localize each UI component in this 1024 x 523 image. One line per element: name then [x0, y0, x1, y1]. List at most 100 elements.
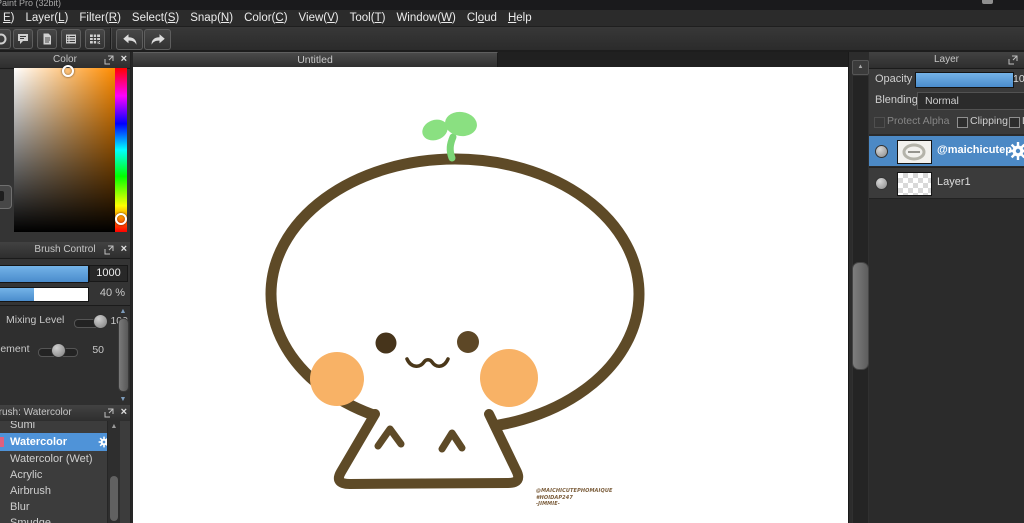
popout-icon[interactable]: [104, 55, 114, 65]
clipping-checkbox[interactable]: [957, 117, 968, 128]
brush-item-blur[interactable]: Blur: [0, 499, 107, 515]
document-tab[interactable]: Untitled: [133, 52, 498, 67]
brush-item-acrylic[interactable]: Acrylic: [0, 467, 107, 483]
scrollbar-thumb[interactable]: [852, 262, 869, 370]
blending-label: Blending: [875, 94, 918, 106]
layer-name: Layer1: [937, 176, 971, 188]
window-title: Paint Pro (32bit): [0, 0, 62, 8]
brush-item-sumi[interactable]: Sumi: [0, 421, 107, 433]
close-icon[interactable]: ×: [121, 242, 127, 257]
layer-visibility-dot[interactable]: [875, 177, 888, 190]
material-panel-button[interactable]: [61, 29, 81, 49]
brush-size-value[interactable]: 1000: [89, 265, 128, 282]
menu-item-filter[interactable]: Filter(R): [79, 12, 121, 24]
menu-item-color[interactable]: Color(C): [244, 12, 287, 24]
grid-table-icon: [90, 34, 102, 45]
app-window: Paint Pro (32bit) E) Layer(L) Filter(R) …: [0, 0, 1024, 523]
undo-button[interactable]: [116, 29, 143, 50]
layer-visibility-dot[interactable]: [875, 145, 888, 158]
protect-alpha-checkbox[interactable]: [874, 117, 885, 128]
drawing-canvas[interactable]: @MAICHICUTEPHOMAIQUE #HOIDAP247 -JIMMIE-: [133, 67, 848, 523]
close-icon[interactable]: ×: [121, 52, 127, 67]
canvas-vertical-scrollbar[interactable]: ▲: [848, 52, 870, 523]
toolbar-separator: [110, 28, 112, 49]
character-artwork: [265, 111, 645, 489]
layer-panel-title: Layer: [933, 54, 959, 65]
toolbar: [0, 27, 1024, 52]
brush-color-tag: [0, 437, 4, 447]
menu-item-tool[interactable]: Tool(T): [350, 12, 386, 24]
right-eye: [457, 331, 479, 353]
minimize-button[interactable]: [982, 0, 993, 4]
menu-bar: E) Layer(L) Filter(R) Select(S) Snap(N) …: [0, 10, 1024, 27]
protect-alpha-label: Protect Alpha: [887, 115, 950, 127]
popout-icon[interactable]: [104, 408, 114, 418]
left-eye: [375, 332, 397, 354]
brush-item-watercolor-wet[interactable]: Watercolor (Wet): [0, 451, 107, 467]
hue-slider-cursor[interactable]: [115, 213, 127, 225]
menu-item-cloud[interactable]: Cloud: [467, 12, 497, 24]
list-panel-icon: [66, 34, 76, 44]
param-scrollbar[interactable]: ▲ ▼: [117, 308, 129, 404]
left-blush: [310, 352, 364, 406]
document-button[interactable]: [37, 29, 57, 49]
gear-icon[interactable]: [1008, 141, 1024, 161]
menu-item-window[interactable]: Window(W): [396, 12, 455, 24]
redo-button[interactable]: [144, 29, 171, 50]
speech-bubble-icon: [18, 34, 28, 44]
layer-thumbnail[interactable]: [897, 140, 932, 164]
lock-checkbox[interactable]: [1009, 117, 1020, 128]
menu-item-help[interactable]: Help: [508, 12, 532, 24]
menu-item-view[interactable]: View(V): [299, 12, 339, 24]
title-bar: Paint Pro (32bit): [0, 0, 1024, 10]
layer-panel-header: Layer: [869, 52, 1024, 69]
scrollbar-thumb[interactable]: [110, 476, 118, 521]
sv-picker-cursor[interactable]: [62, 65, 74, 77]
layer-opacity-slider[interactable]: [915, 72, 1014, 88]
close-icon[interactable]: ×: [121, 405, 127, 420]
layer-opacity-value: 100: [1013, 73, 1024, 85]
undo-icon: [122, 34, 136, 45]
document-tab-bar: Untitled: [133, 52, 848, 67]
comment-button[interactable]: [13, 29, 33, 49]
param-slider-knob[interactable]: [51, 343, 66, 358]
popout-icon[interactable]: [1008, 55, 1018, 65]
brush-list-scrollbar[interactable]: ▲: [107, 421, 120, 523]
brush-opacity-slider[interactable]: [0, 287, 89, 302]
scroll-up-icon[interactable]: ▲: [108, 423, 120, 431]
hue-slider[interactable]: [115, 68, 127, 232]
brush-control-panel: Brush Control × 1000 40 % Mixing Level 1…: [0, 242, 131, 406]
brush-item-airbrush[interactable]: Airbrush: [0, 483, 107, 499]
param-label: lement: [0, 343, 30, 355]
brush-item-watercolor[interactable]: Watercolor: [0, 433, 110, 451]
param-label: Mixing Level: [6, 314, 65, 326]
menu-item-layer[interactable]: Layer(L): [26, 12, 69, 24]
sprout-stem: [446, 133, 457, 162]
brush-opacity-fill: [0, 288, 35, 301]
layer-thumbnail-preview: [902, 143, 926, 161]
layer-list: @maichicutep Layer1: [869, 134, 1024, 523]
grid-edit-button[interactable]: [85, 29, 105, 49]
blending-dropdown[interactable]: Normal: [917, 92, 1024, 110]
scroll-up-icon[interactable]: ▲: [117, 308, 129, 316]
scroll-down-icon[interactable]: ▼: [117, 396, 129, 404]
brush-list: Sumi Watercolor Watercolor (Wet) Acrylic…: [0, 421, 130, 523]
brush-item-smudge[interactable]: Smudge: [0, 515, 107, 523]
brush-size-slider[interactable]: [0, 265, 89, 283]
right-blush: [480, 349, 538, 407]
saturation-value-picker[interactable]: [14, 68, 115, 232]
popout-icon[interactable]: [104, 245, 114, 255]
menu-item-select[interactable]: Select(S): [132, 12, 179, 24]
brush-control-header: Brush Control ×: [0, 242, 130, 259]
menu-item-edit[interactable]: E): [3, 12, 15, 24]
layer-row[interactable]: Layer1: [869, 167, 1024, 199]
artist-signature: @MAICHICUTEPHOMAIQUE #HOIDAP247 -JIMMIE-: [536, 488, 613, 507]
cropped-tool-button[interactable]: [0, 29, 11, 49]
scroll-up-button[interactable]: ▲: [852, 60, 869, 75]
cropped-floating-tool-button[interactable]: [0, 185, 12, 209]
document-icon: [43, 33, 51, 45]
scrollbar-thumb[interactable]: [118, 318, 129, 392]
menu-item-snap[interactable]: Snap(N): [190, 12, 233, 24]
layer-thumbnail[interactable]: [897, 172, 932, 196]
layer-row-selected[interactable]: @maichicutep: [869, 136, 1024, 166]
